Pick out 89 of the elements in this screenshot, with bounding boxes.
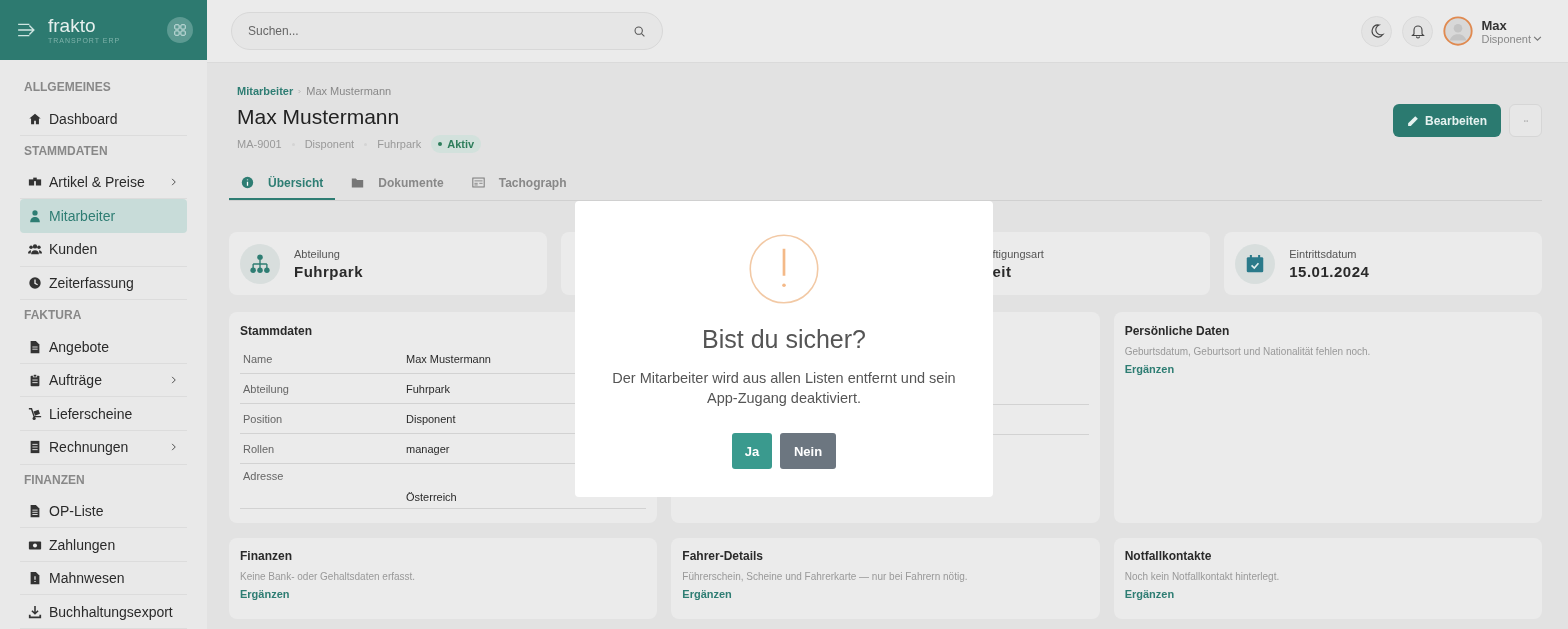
theme-toggle-button[interactable] xyxy=(1361,15,1393,47)
section-heading: STAMMDATEN xyxy=(23,142,109,160)
apps-button[interactable] xyxy=(167,17,193,44)
section-heading: ALLGEMEINES xyxy=(23,79,112,97)
stat-value: eit xyxy=(992,262,1013,280)
sidebar-item[interactable]: Rechnungen xyxy=(20,431,187,465)
sidebar-item[interactable]: Zeiterfassung xyxy=(20,266,187,301)
card-note: Führerschein, Scheine und Fahrerkarte — nur bei Fahrern nötig. xyxy=(682,571,969,582)
grid-icon xyxy=(173,23,187,38)
section-heading: FAKTURA xyxy=(23,307,83,325)
meta-text: MA-9001 xyxy=(237,138,282,150)
add-link[interactable]: Ergänzen xyxy=(1124,363,1531,375)
sidebar-item[interactable]: Zahlungen xyxy=(20,528,187,562)
chevron-down-icon xyxy=(1533,34,1542,43)
sidebar-item[interactable]: Aufträge xyxy=(20,363,187,398)
field-value: Disponent xyxy=(406,412,456,425)
meta-text: Fuhrpark xyxy=(377,138,422,150)
field-value: manager xyxy=(406,442,450,455)
field-value: Max Mustermann xyxy=(406,352,491,365)
person-icon xyxy=(28,208,42,223)
moon-icon xyxy=(1368,23,1385,39)
logo-wordmark: frakto xyxy=(48,15,97,36)
invoice-icon xyxy=(28,440,42,455)
sidebar-item[interactable]: Mitarbeiter xyxy=(20,199,187,234)
warning-document-icon xyxy=(28,571,42,586)
stat-label: Abteilung xyxy=(294,247,341,260)
stat-value: Fuhrpark xyxy=(294,262,363,280)
field-label: Rollen xyxy=(243,442,276,455)
field-value: Fuhrpark xyxy=(406,382,451,395)
section-heading: FINANZEN xyxy=(23,471,86,489)
sidebar-item[interactable]: OP-Liste xyxy=(20,494,187,529)
people-icon xyxy=(28,242,42,257)
document-icon xyxy=(28,339,42,354)
add-link[interactable]: Ergänzen xyxy=(1124,588,1531,600)
breadcrumb-current: Max Mustermann xyxy=(306,85,392,97)
user-menu[interactable]: Max Disponent xyxy=(1443,16,1542,46)
info-icon xyxy=(241,176,254,189)
folder-icon xyxy=(351,176,365,189)
dialog-message: Der Mitarbeiter wird aus allen Listen entfernt und sein App-Zugang deaktiviert. xyxy=(611,369,957,408)
avatar-icon xyxy=(1443,16,1474,46)
download-icon xyxy=(28,604,42,619)
status-badge: Aktiv xyxy=(431,135,482,153)
clock-icon xyxy=(28,275,42,290)
field-value: Österreich xyxy=(406,491,457,505)
field-label: Abteilung xyxy=(243,382,290,395)
card-title: Notfallkontakte xyxy=(1124,549,1213,563)
field-label: Name xyxy=(243,352,274,365)
sidebar-item[interactable]: Buchhaltungsexport xyxy=(20,595,187,629)
chevron-right-icon xyxy=(297,87,303,95)
search-field[interactable]: Suchen... xyxy=(231,12,663,50)
edit-button[interactable]: Bearbeiten xyxy=(1392,104,1501,137)
card-title: Persönliche Daten xyxy=(1124,324,1231,338)
list-document-icon xyxy=(28,503,42,518)
stat-label: ftigungsart xyxy=(992,247,1044,260)
sidebar-item[interactable]: Angebote xyxy=(20,330,187,364)
tab[interactable]: Übersicht xyxy=(229,167,336,200)
card-note: Keine Bank- oder Gehaltsdaten erfasst. xyxy=(240,571,417,582)
user-name: Max xyxy=(1481,17,1508,33)
meta-text: Disponent xyxy=(304,138,355,150)
exclamation-icon xyxy=(748,233,820,305)
field-label: Position xyxy=(243,412,284,425)
add-link[interactable]: Ergänzen xyxy=(240,588,647,600)
card-title: Stammdaten xyxy=(240,324,314,338)
pencil-icon xyxy=(1406,114,1419,127)
card-icon xyxy=(471,176,485,189)
dialog-title: Bist du sicher? xyxy=(702,325,866,354)
search-icon xyxy=(633,25,646,38)
page-title: Max Mustermann xyxy=(237,105,401,129)
notifications-button[interactable] xyxy=(1402,15,1434,47)
org-chart-icon xyxy=(249,252,271,275)
sidebar-item[interactable]: Dashboard xyxy=(20,102,187,136)
sidebar-item[interactable]: Lieferscheine xyxy=(20,397,187,432)
card-title: Finanzen xyxy=(240,549,293,563)
field-label: Adresse xyxy=(243,470,285,482)
bell-icon xyxy=(1409,23,1426,39)
stat-value: 15.01.2024 xyxy=(1289,262,1370,280)
dolly-icon xyxy=(28,406,42,421)
card-note: Geburtsdatum, Geburtsort und Nationalität fehlen noch. xyxy=(1124,346,1372,357)
user-role: Disponent xyxy=(1481,32,1531,45)
clipboard-icon xyxy=(28,373,42,388)
stat-label: Eintrittsdatum xyxy=(1289,247,1358,260)
add-link[interactable]: Ergänzen xyxy=(682,588,1089,600)
sidebar-item[interactable]: Mahnwesen xyxy=(20,561,187,596)
home-icon xyxy=(28,111,42,126)
card-note: Noch kein Notfallkontakt hinterlegt. xyxy=(1124,571,1281,582)
card-title: Fahrer-Details xyxy=(682,549,765,563)
breadcrumb-link[interactable]: Mitarbeiter xyxy=(237,85,294,97)
sidebar-item[interactable]: Kunden xyxy=(20,233,187,267)
cancel-button[interactable]: Nein xyxy=(780,433,836,469)
